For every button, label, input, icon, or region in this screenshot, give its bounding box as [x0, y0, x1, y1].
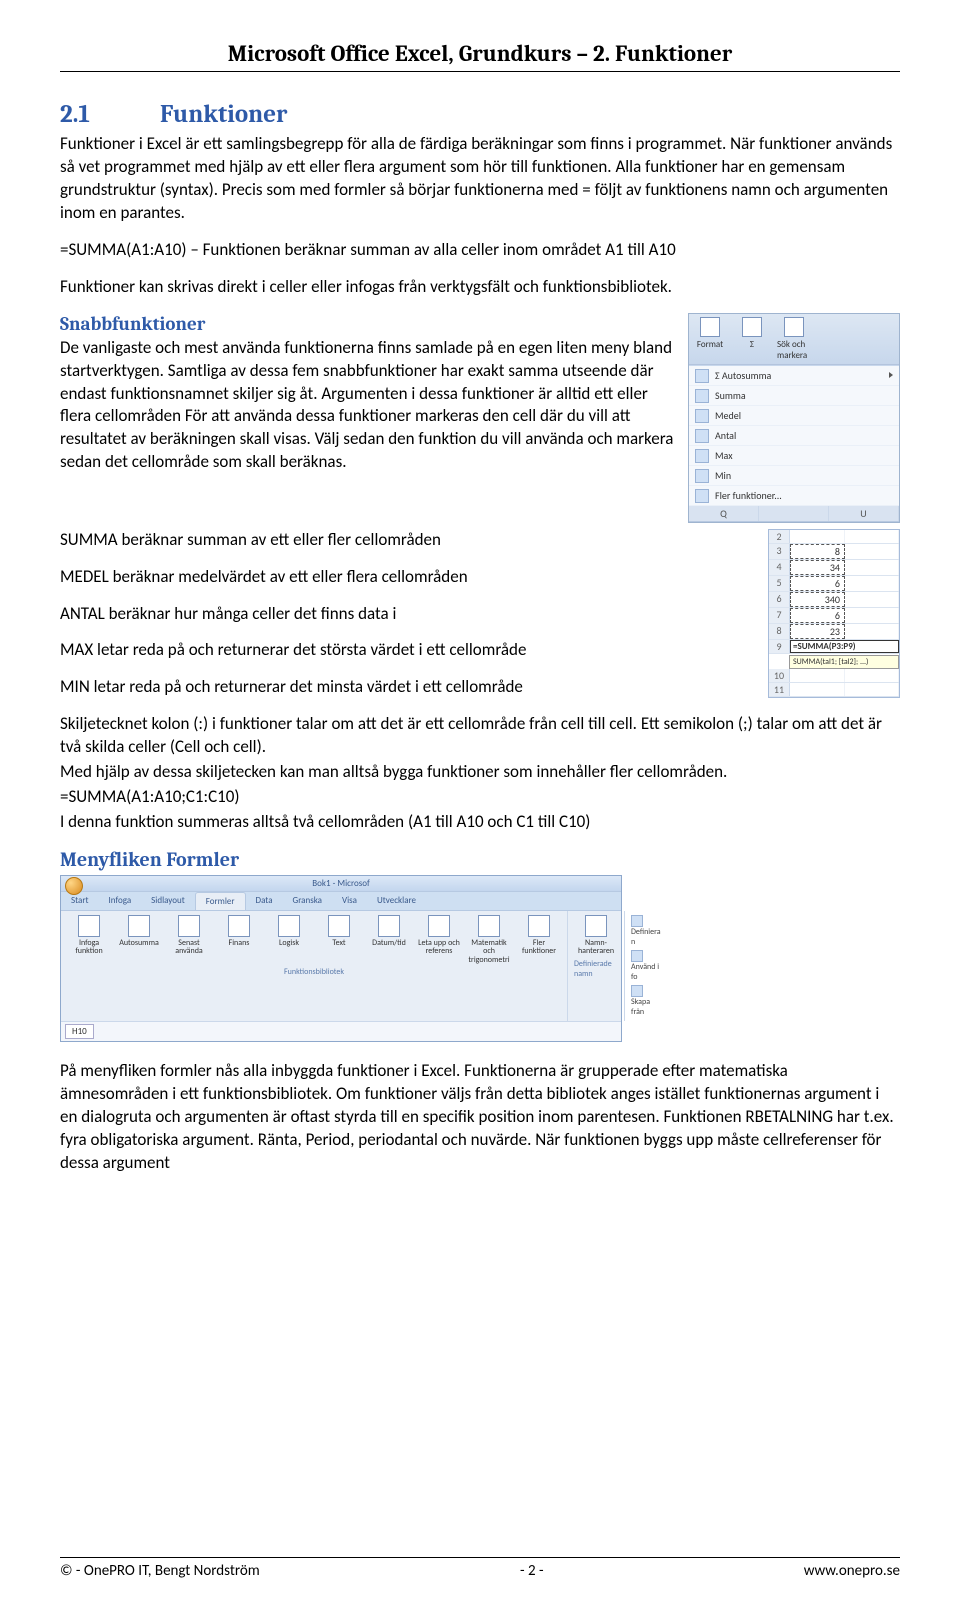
tab-start[interactable]: Start: [61, 892, 99, 910]
col-letter: U: [829, 506, 899, 521]
tab-data[interactable]: Data: [246, 892, 283, 910]
use-in-formula-item[interactable]: Använd i fo: [631, 950, 661, 982]
math-trig-button[interactable]: Matematik och trigonometri: [467, 915, 511, 964]
more-functions-button[interactable]: Fler funktioner: [517, 915, 561, 964]
office-button-icon[interactable]: [65, 877, 83, 895]
recently-used-button[interactable]: Senast använda: [167, 915, 211, 964]
define-name-item[interactable]: Definiera n: [631, 915, 661, 947]
footer-page-number: - 2 -: [520, 1562, 544, 1580]
menyfliken-text: På menyfliken formler nås alla inbyggda …: [60, 1060, 900, 1175]
formula-cell[interactable]: =SUMMA(P3:P9): [790, 640, 899, 653]
tab-formler[interactable]: Formler: [195, 892, 246, 910]
col-letter: Q: [689, 506, 759, 521]
autosum-button[interactable]: Σ: [735, 317, 769, 361]
skiljetecken-p2: Med hjälp av dessa skiljetecken kan man …: [60, 761, 900, 784]
menu-item-max[interactable]: Max: [689, 446, 899, 466]
menu-item-more-functions[interactable]: Fler funktioner...: [689, 486, 899, 506]
menu-item-autosumma[interactable]: Σ Autosumma: [689, 366, 899, 386]
name-manager-button[interactable]: Namn-hanteraren: [574, 915, 618, 956]
format-button[interactable]: Format: [693, 317, 727, 361]
section-number: 2.1: [60, 100, 160, 129]
header-rule: [60, 71, 900, 72]
menu-item-antal[interactable]: Antal: [689, 426, 899, 446]
formula-tooltip: SUMMA(tal1; [tal2]; ...): [789, 655, 899, 669]
menu-item-summa[interactable]: Summa: [689, 386, 899, 406]
create-from-item[interactable]: Skapa från: [631, 985, 661, 1017]
intro-paragraph: Funktioner i Excel är ett samlingsbegrep…: [60, 133, 900, 225]
window-title: Bok1 - Microsof: [312, 878, 369, 889]
tab-sidlayout[interactable]: Sidlayout: [141, 892, 195, 910]
after-example-paragraph: Funktioner kan skrivas direkt i celler e…: [60, 276, 900, 299]
tab-infoga[interactable]: Infoga: [99, 892, 142, 910]
col-letter: [759, 506, 829, 521]
autosum-ribbon-button[interactable]: Autosumma: [117, 915, 161, 964]
skiljetecken-p3: I denna funktion summeras alltså två cel…: [60, 811, 900, 834]
selected-cell[interactable]: 34: [790, 560, 845, 575]
name-box[interactable]: H10: [65, 1024, 94, 1039]
text-button[interactable]: Text: [317, 915, 361, 964]
tab-granska[interactable]: Granska: [283, 892, 332, 910]
date-time-button[interactable]: Datum/tid: [367, 915, 411, 964]
page-header-title: Microsoft Office Excel, Grundkurs – 2. F…: [60, 40, 900, 67]
selected-cell[interactable]: 340: [790, 592, 845, 607]
lookup-ref-button[interactable]: Leta upp och referens: [417, 915, 461, 964]
menyfliken-heading: Menyfliken Formler: [60, 848, 900, 871]
example-formula-line: =SUMMA(A1:A10) – Funktionen beräknar sum…: [60, 239, 900, 262]
insert-function-button[interactable]: Infoga funktion: [67, 915, 111, 964]
financial-button[interactable]: Finans: [217, 915, 261, 964]
tab-utvecklare[interactable]: Utvecklare: [367, 892, 426, 910]
skiljetecken-p1: Skiljetecknet kolon (:) i funktioner tal…: [60, 713, 900, 759]
selected-cell[interactable]: 8: [790, 544, 845, 559]
section-title: Funktioner: [160, 100, 287, 129]
function-library-label: Funktionsbibliotek: [284, 967, 344, 977]
section-heading: 2.1Funktioner: [60, 100, 900, 129]
footer-left: © - OnePRO IT, Bengt Nordström: [60, 1562, 260, 1580]
find-select-button[interactable]: Sök och markera: [777, 317, 811, 361]
formulas-ribbon-figure: Bok1 - Microsof Start Infoga Sidlayout F…: [60, 875, 622, 1042]
menu-item-medel[interactable]: Medel: [689, 406, 899, 426]
selected-cell[interactable]: 23: [790, 624, 845, 639]
autosum-dropdown-figure: Format Σ Sök och markera Σ Autosumma Sum…: [688, 313, 900, 529]
footer-right: www.onepro.se: [804, 1562, 900, 1580]
menu-item-min[interactable]: Min: [689, 466, 899, 486]
page-footer: © - OnePRO IT, Bengt Nordström - 2 - www…: [60, 1557, 900, 1580]
cells-selection-figure: 2 38 434 56 6340 76 823 9=SUMMA(P3:P9) S…: [768, 529, 900, 698]
logical-button[interactable]: Logisk: [267, 915, 311, 964]
selected-cell[interactable]: 6: [790, 576, 845, 591]
skiljetecken-formula: =SUMMA(A1:A10;C1:C10): [60, 786, 900, 809]
tab-visa[interactable]: Visa: [332, 892, 367, 910]
selected-cell[interactable]: 6: [790, 608, 845, 623]
defined-names-label: Definierade namn: [574, 959, 618, 979]
